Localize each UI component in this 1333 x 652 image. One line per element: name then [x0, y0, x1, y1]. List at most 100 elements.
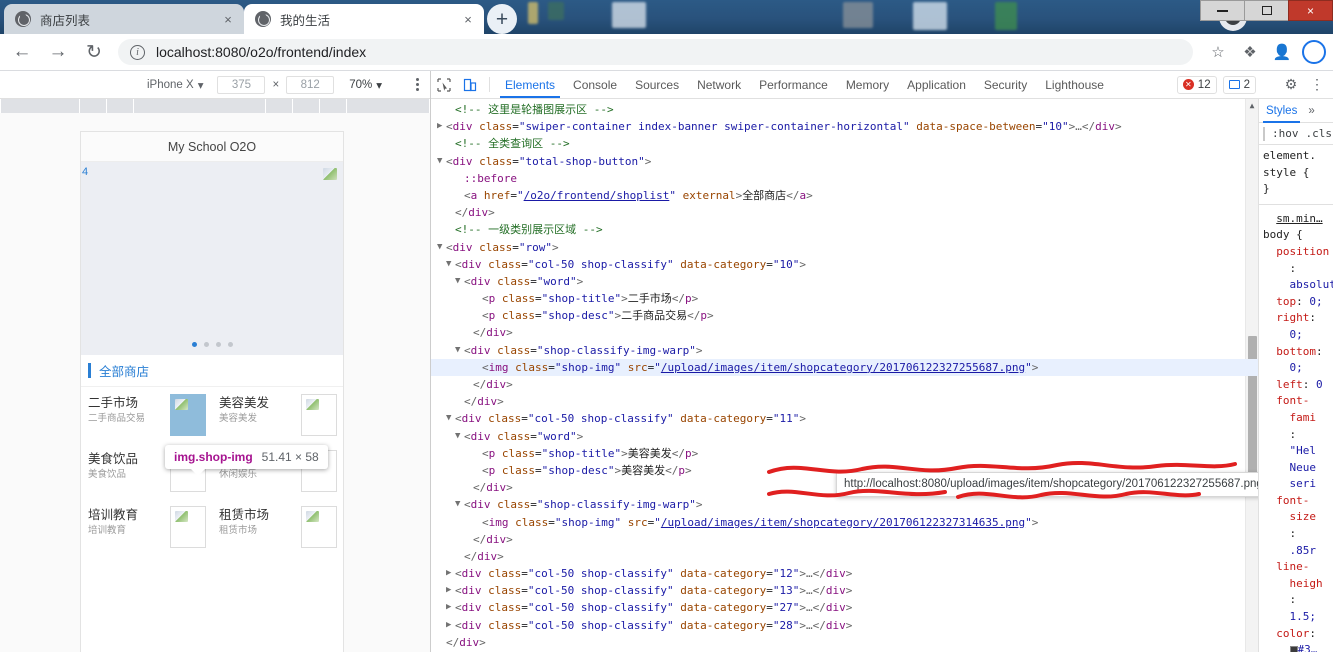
gear-icon[interactable]: ⚙ — [1281, 76, 1301, 93]
site-info-icon[interactable]: i — [130, 44, 145, 60]
hover-state-toggle[interactable]: :hov — [1272, 127, 1299, 140]
dom-tree-node[interactable]: ▶ <div class="col-50 shop-classify" data-… — [431, 617, 1258, 634]
device-selector[interactable]: iPhone X ▾ — [147, 78, 203, 92]
profile-avatar-icon[interactable]: 👤 — [1267, 38, 1297, 66]
new-tab-button[interactable]: + — [487, 4, 517, 34]
dom-tree-node[interactable]: </div> — [431, 204, 1258, 221]
dom-tree-node[interactable]: <!-- 这里是轮播图展示区 --> — [431, 101, 1258, 118]
shop-image[interactable] — [301, 394, 337, 436]
css-value[interactable]: #3… — [1298, 643, 1318, 652]
css-value[interactable]: 0; — [1290, 361, 1303, 374]
carousel-dot[interactable] — [191, 342, 197, 347]
devtools-tab-performance[interactable]: Performance — [750, 71, 837, 98]
css-property[interactable]: right — [1276, 311, 1309, 324]
device-more-options-icon[interactable] — [404, 78, 430, 91]
css-value[interactable]: 0 — [1316, 378, 1323, 391]
dom-tree-node[interactable]: ▶ <div class="col-50 shop-classify" data-… — [431, 565, 1258, 582]
dom-tree-node[interactable]: ▼ <div class="total-shop-button"> — [431, 153, 1258, 170]
dom-tree-node[interactable]: </div> — [431, 324, 1258, 341]
dom-tree-node[interactable]: </div> — [431, 531, 1258, 548]
css-property[interactable]: color — [1276, 627, 1309, 640]
device-zoom-selector[interactable]: 70% ▾ — [349, 78, 382, 92]
dom-tree-node[interactable]: ▼ <div class="shop-classify-img-warp"> — [431, 342, 1258, 359]
chrome-menu-icon[interactable] — [1299, 38, 1329, 66]
dom-tree[interactable]: ▲ http://localhost:8080/upload/images/it… — [431, 99, 1258, 652]
inspect-element-icon[interactable] — [431, 71, 457, 98]
css-property[interactable]: line- — [1276, 560, 1309, 573]
device-height-input[interactable]: 812 — [286, 75, 335, 94]
total-shop-button[interactable]: 全部商店 — [81, 355, 343, 387]
tab-close-icon[interactable]: × — [460, 11, 476, 27]
css-property[interactable]: position — [1276, 245, 1329, 258]
dom-tree-node[interactable]: ▼ <div class="col-50 shop-classify" data-… — [431, 256, 1258, 273]
dom-tree-node[interactable]: <p class="shop-desc">二手商品交易</p> — [431, 307, 1258, 324]
reload-icon[interactable]: ↻ — [76, 38, 112, 66]
styles-overflow-icon[interactable]: » — [1308, 105, 1314, 117]
shop-image[interactable] — [170, 394, 206, 436]
body-rule[interactable]: sm.min… body { position : absolute top: … — [1259, 208, 1333, 652]
carousel-pagination[interactable] — [81, 342, 343, 347]
message-count-badge[interactable]: 2 — [1222, 75, 1256, 94]
class-toggle[interactable]: .cls — [1306, 127, 1333, 140]
css-value[interactable]: 0; — [1290, 328, 1303, 341]
devtools-tab-network[interactable]: Network — [688, 71, 750, 98]
back-icon[interactable]: ← — [4, 38, 40, 66]
dom-tree-node[interactable]: ▼ <div class="word"> — [431, 428, 1258, 445]
window-maximize-button[interactable] — [1244, 0, 1289, 21]
index-banner-carousel[interactable]: 4 — [81, 162, 343, 355]
dom-tree-node[interactable]: <img class="shop-img" src="/upload/image… — [431, 358, 1258, 376]
css-property[interactable]: left — [1276, 378, 1303, 391]
forward-icon[interactable]: → — [40, 38, 76, 66]
css-value[interactable]: absolute — [1290, 278, 1333, 291]
shop-classify-cell[interactable]: 培训教育 培训教育 — [81, 499, 212, 555]
css-value[interactable]: .85r — [1290, 544, 1317, 557]
styles-tab[interactable]: Styles — [1259, 99, 1304, 123]
dom-tree-node[interactable]: <a href="/o2o/frontend/shoplist" externa… — [431, 187, 1258, 204]
devtools-tab-security[interactable]: Security — [975, 71, 1036, 98]
dom-tree-node[interactable]: ▶ <div class="col-50 shop-classify" data-… — [431, 582, 1258, 599]
css-value[interactable]: 0; — [1309, 295, 1322, 308]
device-width-input[interactable]: 375 — [217, 75, 266, 94]
css-property[interactable]: bottom — [1276, 345, 1316, 358]
shop-classify-cell[interactable]: 二手市场 二手商品交易 — [81, 387, 212, 443]
carousel-dot[interactable] — [203, 342, 209, 347]
shop-image[interactable] — [301, 506, 337, 548]
carousel-dot[interactable] — [227, 342, 233, 347]
dom-tree-node[interactable]: ▼ <div class="shop-classify-img-warp"> — [431, 496, 1258, 513]
dom-tree-node[interactable]: <p class="shop-title">美容美发</p> — [431, 445, 1258, 462]
filter-input[interactable] — [1263, 126, 1265, 141]
shop-image[interactable] — [170, 506, 206, 548]
devtools-tab-console[interactable]: Console — [564, 71, 626, 98]
carousel-dot[interactable] — [215, 342, 221, 347]
window-minimize-button[interactable] — [1200, 0, 1245, 21]
styles-rules[interactable]: element. style { } — [1259, 145, 1333, 201]
devtools-tab-sources[interactable]: Sources — [626, 71, 688, 98]
error-count-badge[interactable]: ✕ 12 — [1176, 75, 1217, 94]
extensions-puzzle-icon[interactable]: ❖ — [1235, 38, 1265, 66]
shop-classify-cell[interactable]: 租赁市场 租赁市场 — [212, 499, 343, 555]
devtools-tab-application[interactable]: Application — [898, 71, 975, 98]
browser-tab-0[interactable]: 商店列表 × — [4, 4, 244, 34]
dom-tree-node[interactable]: <!-- 一级类别展示区域 --> — [431, 221, 1258, 238]
toggle-device-toolbar-icon[interactable] — [457, 71, 483, 98]
shop-classify-cell[interactable]: 美容美发 美容美发 — [212, 387, 343, 443]
color-swatch[interactable] — [1289, 646, 1298, 652]
dom-tree-node[interactable]: ::before — [431, 170, 1258, 187]
css-property[interactable]: font- — [1276, 494, 1309, 507]
dom-tree-node[interactable]: ▼ <div class="col-50 shop-classify" data-… — [431, 410, 1258, 427]
dom-tree-node[interactable]: <img class="shop-img" src="/upload/image… — [431, 514, 1258, 531]
address-bar[interactable]: i localhost:8080/o2o/frontend/index — [118, 39, 1193, 65]
dom-tree-node[interactable]: ▶ <div class="swiper-container index-bann… — [431, 118, 1258, 135]
browser-tab-1[interactable]: 我的生活 × — [244, 4, 484, 34]
css-value[interactable]: 1.5; — [1290, 610, 1317, 623]
stylesheet-origin-link[interactable]: sm.min… — [1276, 212, 1322, 225]
dom-tree-node[interactable]: </div> — [431, 548, 1258, 565]
devtools-more-icon[interactable]: ⋮ — [1307, 76, 1327, 93]
bookmark-star-icon[interactable]: ☆ — [1203, 38, 1233, 66]
dom-tree-node[interactable]: <p class="shop-title">二手市场</p> — [431, 290, 1258, 307]
tab-close-icon[interactable]: × — [220, 11, 236, 27]
devtools-tab-lighthouse[interactable]: Lighthouse — [1036, 71, 1113, 98]
dom-tree-node[interactable]: </div> — [431, 376, 1258, 393]
all-shops-link[interactable]: 全部商店 — [99, 361, 149, 380]
css-property[interactable]: font- — [1276, 394, 1309, 407]
